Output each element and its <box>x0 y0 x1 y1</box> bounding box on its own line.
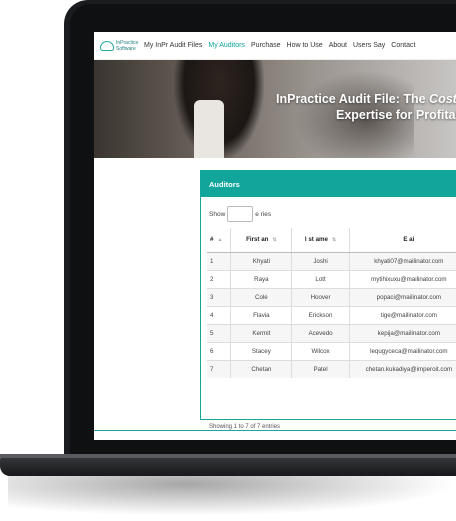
table-row: 4 Flavia Erickson tige@mailinator.com <box>207 305 456 324</box>
column-header-email[interactable]: E ai <box>349 228 456 253</box>
laptop-mockup: InPractice Software My InPr Audit Files … <box>0 0 456 521</box>
cloud-logo-icon <box>100 40 114 51</box>
nav-link-how-to-use[interactable]: How to Use <box>287 42 323 49</box>
table-row: 1 Khyati Joshi khyati07@mailinator.com <box>207 251 456 270</box>
nav-link-my-audit-files[interactable]: My InPr Audit Files <box>144 42 202 49</box>
hero-title-emphasis: Cost-Eff <box>429 92 456 106</box>
browser-screen: InPractice Software My InPr Audit Files … <box>94 32 456 440</box>
column-header-last-name[interactable]: l st ame ⇅ <box>291 228 350 253</box>
nav-link-users-say[interactable]: Users Say <box>353 42 385 49</box>
logo-line2: Software <box>116 45 136 52</box>
table-row: 7 Chetan Patel chetan.kukadiya@imperoit.… <box>207 359 456 378</box>
hero-banner: InPractice Audit File: The Cost-Eff Expe… <box>94 60 456 158</box>
hero-subtitle: Expertise for Profitabi <box>336 108 456 122</box>
nav-link-about[interactable]: About <box>329 42 347 49</box>
entries-length-control: Show e ries <box>209 206 271 222</box>
table-row: 2 Raya Lott mytihixuxu@mailinator.com <box>207 269 456 288</box>
column-header-number[interactable]: # ▲ <box>207 228 232 253</box>
nav-links: My InPr Audit Files My Auditors Purchase… <box>144 42 421 49</box>
table-row: 6 Stacey Wilcox lequgyceca@mailinator.co… <box>207 341 456 360</box>
sort-icon: ▲ <box>217 237 223 244</box>
top-navbar: InPractice Software My InPr Audit Files … <box>94 32 456 60</box>
table-row: 5 Kermit Acevedo kepija@mailinator.com <box>207 323 456 342</box>
column-header-first-name[interactable]: First an ⇅ <box>230 228 293 253</box>
card-title: Auditors <box>201 171 456 197</box>
auditors-table: # ▲ First an ⇅ l st ame ⇅ E ai 1 Khyati Jos… <box>207 228 456 378</box>
nav-link-contact[interactable]: Contact <box>391 42 415 49</box>
show-label: Show <box>209 210 226 218</box>
hero-title: InPractice Audit File: The Cost-Eff <box>276 92 456 106</box>
laptop-base-edge <box>0 454 456 458</box>
sort-icon: ⇅ <box>331 237 337 244</box>
auditors-card: Auditors Show e ries # ▲ First an ⇅ l st a… <box>200 170 456 430</box>
hero-photo-shirt <box>194 100 224 158</box>
table-row: 3 Cole Hoover popaci@mailinator.com <box>207 287 456 306</box>
nav-link-purchase[interactable]: Purchase <box>251 42 281 49</box>
logo[interactable]: InPractice Software <box>100 40 142 52</box>
laptop-shadow <box>8 476 456 516</box>
entries-select[interactable] <box>227 206 254 222</box>
entries-label: e ries <box>255 210 272 218</box>
sort-icon: ⇅ <box>272 237 277 244</box>
footer-divider <box>94 430 456 431</box>
nav-link-my-auditors[interactable]: My Auditors <box>208 42 245 49</box>
